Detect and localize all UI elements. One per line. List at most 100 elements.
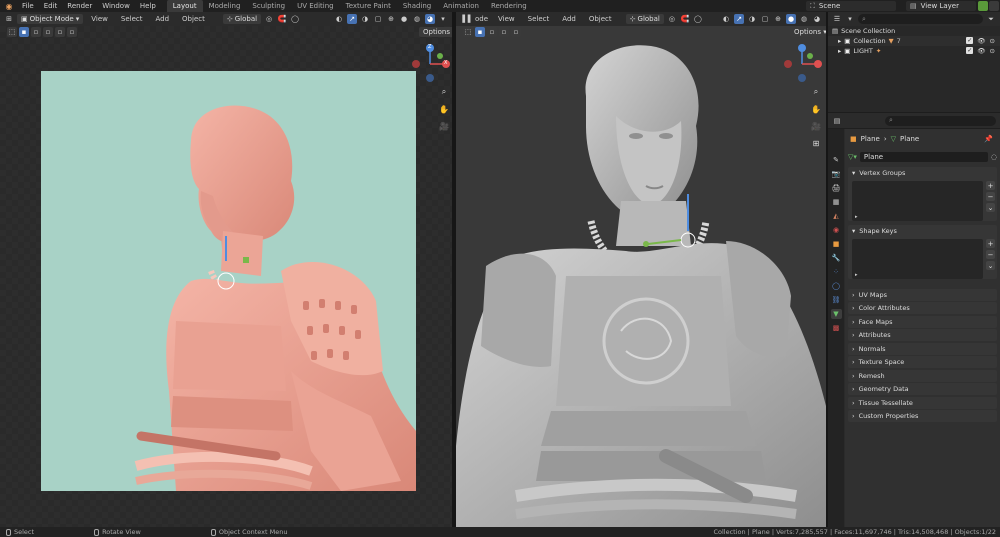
menu-window[interactable]: Window — [97, 0, 135, 12]
rendered-shading-icon[interactable]: ◕ — [425, 14, 435, 24]
add-icon[interactable]: + — [986, 181, 995, 190]
right-mode-dropdown[interactable]: ode — [473, 13, 490, 25]
right-rendered-icon[interactable]: ◕ — [812, 14, 822, 24]
camera-render-icon[interactable]: ⊙ — [990, 37, 995, 45]
modifier-tab-icon[interactable]: 🔧 — [831, 253, 842, 263]
object-menu[interactable]: Object — [177, 13, 210, 25]
tab-shading[interactable]: Shading — [397, 0, 437, 12]
remove-icon[interactable]: − — [986, 192, 995, 201]
remove-icon[interactable]: − — [986, 250, 995, 259]
menu-help[interactable]: Help — [135, 0, 161, 12]
select-mode-invert-icon[interactable]: ▫ — [55, 27, 65, 37]
shading-options-icon[interactable]: ▾ — [438, 14, 448, 24]
menu-chevron-icon[interactable]: ⌄ — [986, 203, 995, 212]
panel-attributes[interactable]: › Attributes — [848, 329, 997, 341]
orientation-dropdown[interactable]: ⊹ Global — [222, 14, 262, 24]
zoom-icon[interactable]: ⌕ — [438, 86, 450, 98]
camera-render-icon[interactable]: ⊙ — [990, 47, 995, 55]
outliner-filter-icon[interactable]: ▾ — [845, 14, 855, 24]
tab-sculpting[interactable]: Sculpting — [246, 0, 291, 12]
right-pivot-icon[interactable]: ◎ — [667, 14, 677, 24]
left-viewport[interactable]: ⬚ ▪ ▫ ▫ ▫ ▫ Options ▾ — [0, 26, 460, 527]
mode-dropdown[interactable]: ▣ Object Mode ▾ — [17, 14, 84, 24]
right-overlays-icon[interactable]: ◑ — [747, 14, 757, 24]
scene-selector[interactable]: ⛶ Scene — [806, 1, 896, 11]
right-visibility-icon[interactable]: ◐ — [721, 14, 731, 24]
right-editor-type-icon[interactable]: ▐▐ — [460, 14, 471, 24]
right-orientation-dropdown[interactable]: ⊹ Global — [625, 14, 664, 24]
right-material-icon[interactable]: ◍ — [799, 14, 809, 24]
outliner-row-light[interactable]: ▸ ▣ LIGHT ✦ ✓ 👁 ⊙ — [828, 46, 1000, 56]
panel-geometry-data[interactable]: › Geometry Data — [848, 383, 997, 395]
include-checkbox[interactable]: ✓ — [966, 47, 974, 54]
tab-animation[interactable]: Animation — [437, 0, 485, 12]
view-layer-tab-icon[interactable]: ▦ — [831, 197, 842, 207]
material-tab-icon[interactable]: ▩ — [831, 323, 842, 333]
view-menu[interactable]: View — [86, 13, 113, 25]
menu-render[interactable]: Render — [62, 0, 97, 12]
eye-icon[interactable]: 👁 — [977, 47, 985, 55]
right-object-menu[interactable]: Object — [584, 13, 617, 25]
outliner-funnel-icon[interactable]: ⏷ — [986, 14, 996, 24]
left-navigation-gizmo[interactable]: Z X — [410, 42, 450, 82]
properties-search-input[interactable]: ⌕ — [885, 115, 996, 126]
add-menu[interactable]: Add — [150, 13, 174, 25]
particles-tab-icon[interactable]: ⁘ — [831, 267, 842, 277]
right-viewport[interactable]: ⬚ ▪ ▫ ▫ ▫ Options ▾ ⌕ ✋ 🎥 ⊞ — [456, 26, 826, 527]
panel-color-attributes[interactable]: › Color Attributes — [848, 302, 997, 314]
panel-normals[interactable]: › Normals — [848, 342, 997, 355]
editor-type-icon[interactable]: ⊞ — [4, 14, 14, 24]
right-gizmo-toggle-icon[interactable]: ↗ — [734, 14, 744, 24]
render-tab-icon[interactable]: 📷 — [831, 169, 842, 179]
select-mode-extend-icon[interactable]: ▫ — [31, 27, 41, 37]
right-snap-icon[interactable]: 🧲 — [680, 14, 690, 24]
blender-logo-icon[interactable]: ◉ — [3, 1, 15, 11]
tab-rendering[interactable]: Rendering — [485, 0, 533, 12]
right-proportional-icon[interactable]: ◯ — [693, 14, 703, 24]
eye-icon[interactable]: 👁 — [977, 37, 985, 45]
visibility-icon[interactable]: ◐ — [334, 14, 344, 24]
shape-keys-header[interactable]: ▾ Shape Keys — [848, 225, 997, 237]
pivot-icon[interactable]: ◎ — [264, 14, 274, 24]
solid-shading-icon[interactable]: ● — [399, 14, 409, 24]
outliner-editor-icon[interactable]: ☰ — [832, 14, 842, 24]
outliner-search-input[interactable]: ⌕ — [858, 14, 983, 24]
list-resize-icon[interactable]: ▸ — [855, 272, 858, 278]
include-checkbox[interactable]: ✓ — [966, 37, 974, 44]
fake-user-icon[interactable]: ◌ — [991, 153, 997, 161]
properties-editor-icon[interactable]: ▤ — [832, 116, 842, 126]
select-menu[interactable]: Select — [116, 13, 148, 25]
vertex-groups-header[interactable]: ▾ Vertex Groups — [848, 167, 997, 179]
menu-file[interactable]: File — [17, 0, 39, 12]
right-solid-shading-icon[interactable]: ● — [786, 14, 796, 24]
menu-chevron-icon[interactable]: ⌄ — [986, 261, 995, 270]
right-grid-icon[interactable]: ⊞ — [810, 137, 822, 149]
tab-uv-editing[interactable]: UV Editing — [291, 0, 340, 12]
snap-icon[interactable]: 🧲 — [277, 14, 287, 24]
xray-icon[interactable]: ▢ — [373, 14, 383, 24]
remove-view-layer-icon[interactable] — [989, 1, 999, 11]
pin-icon[interactable]: 📌 — [984, 135, 993, 143]
wireframe-shading-icon[interactable]: ⊕ — [386, 14, 396, 24]
vertex-groups-list[interactable]: + − ⌄ ▸ — [852, 181, 995, 221]
outliner-row-collection[interactable]: ▸ ▣ Collection ▼ 7 ✓ 👁 ⊙ — [828, 36, 1000, 46]
shape-keys-list[interactable]: + − ⌄ ▸ — [852, 239, 995, 279]
panel-tissue-tessellate[interactable]: › Tissue Tessellate — [848, 396, 997, 409]
right-wireframe-icon[interactable]: ⊕ — [773, 14, 783, 24]
select-box-icon[interactable]: ⬚ — [7, 27, 17, 37]
right-xray-icon[interactable]: ▢ — [760, 14, 770, 24]
data-tab-icon[interactable]: ▼ — [830, 309, 842, 319]
right-select-menu[interactable]: Select — [523, 13, 555, 25]
right-camera-icon[interactable]: 🎥 — [810, 120, 822, 132]
select-mode-subtract-icon[interactable]: ▫ — [43, 27, 53, 37]
new-view-layer-icon[interactable] — [978, 1, 988, 11]
right-pan-hand-icon[interactable]: ✋ — [810, 103, 822, 115]
material-shading-icon[interactable]: ◍ — [412, 14, 422, 24]
menu-edit[interactable]: Edit — [39, 0, 63, 12]
panel-remesh[interactable]: › Remesh — [848, 369, 997, 382]
data-name-field[interactable]: Plane — [859, 152, 988, 162]
constraints-tab-icon[interactable]: ⛓ — [831, 295, 842, 305]
list-resize-icon[interactable]: ▸ — [855, 214, 858, 220]
panel-uv-maps[interactable]: › UV Maps — [848, 288, 997, 301]
tool-tab-icon[interactable]: ✎ — [831, 155, 842, 165]
